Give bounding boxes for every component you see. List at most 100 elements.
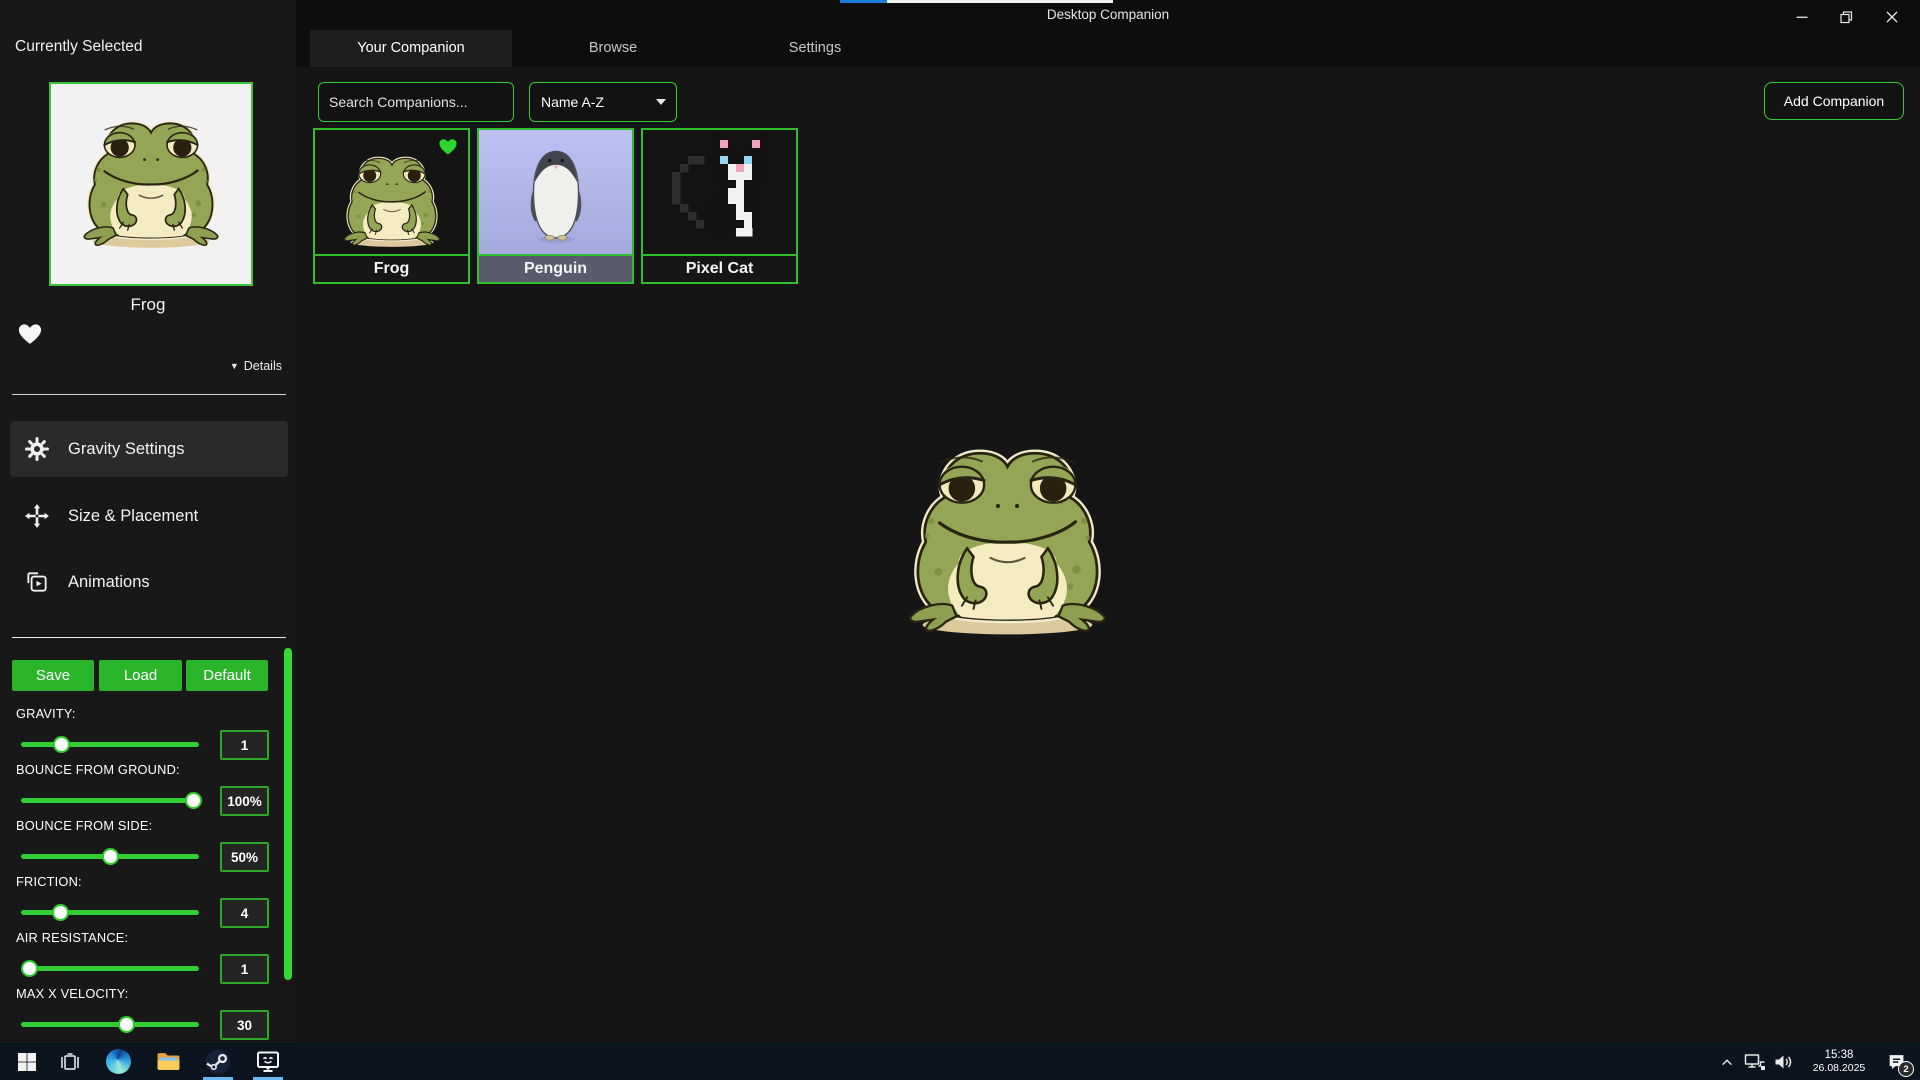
air-resistance-slider[interactable] <box>21 966 199 971</box>
sort-dropdown[interactable]: Name A-Z <box>529 82 677 122</box>
companion-card-penguin[interactable]: Penguin <box>477 128 634 284</box>
air-resistance-value[interactable]: 1 <box>220 954 269 984</box>
clock-date: 26.08.2025 <box>1802 1062 1876 1074</box>
action-center-button[interactable]: 2 <box>1880 1043 1914 1080</box>
frog-companion-image <box>900 438 1115 645</box>
restore-button[interactable] <box>1824 4 1869 30</box>
bounce-side-value[interactable]: 50% <box>220 842 269 872</box>
sidebar-item-animations[interactable]: Animations <box>10 554 288 610</box>
companion-card-frog[interactable]: Frog <box>313 128 470 284</box>
move-icon <box>24 503 50 529</box>
desktop-companion-taskbar-button[interactable] <box>248 1043 288 1080</box>
chevron-down-icon: ▼ <box>230 361 239 371</box>
system-tray: 15:38 26.08.2025 2 <box>1714 1043 1920 1080</box>
details-toggle[interactable]: ▼ Details <box>230 359 282 373</box>
selected-companion-preview <box>49 82 253 286</box>
tab-your-companion[interactable]: Your Companion <box>310 30 512 67</box>
window-title: Desktop Companion <box>296 7 1920 22</box>
restore-icon <box>1840 11 1853 24</box>
main-tabs: Your Companion Browse Settings <box>310 30 916 67</box>
slider-max-x-velocity: MAX X VELOCITY: 30 <box>0 986 296 1042</box>
volume-tray-icon[interactable] <box>1770 1043 1796 1080</box>
file-explorer-button[interactable] <box>148 1043 188 1080</box>
title-bar: Desktop Companion Your Companion Browse … <box>296 0 1920 67</box>
companion-stage-frog <box>900 438 1115 645</box>
max-x-velocity-value[interactable]: 30 <box>220 1010 269 1040</box>
top-edge-artifact-white <box>887 0 1113 3</box>
close-button[interactable] <box>1869 4 1914 30</box>
save-button[interactable]: Save <box>12 660 94 691</box>
slider-gravity: GRAVITY: 1 <box>0 706 296 762</box>
favorite-badge-heart-icon <box>437 136 459 156</box>
load-button[interactable]: Load <box>99 660 182 691</box>
animation-frames-icon <box>24 569 50 595</box>
network-icon <box>1744 1053 1766 1071</box>
slider-thumb[interactable] <box>118 1016 135 1033</box>
start-button[interactable] <box>7 1043 47 1080</box>
max-x-velocity-slider[interactable] <box>21 1022 199 1027</box>
divider <box>12 394 286 395</box>
slider-bounce-ground: BOUNCE FROM GROUND: 100% <box>0 762 296 818</box>
friction-value[interactable]: 4 <box>220 898 269 928</box>
add-companion-button[interactable]: Add Companion <box>1764 82 1904 120</box>
friction-slider[interactable] <box>21 910 199 915</box>
settings-scrollbar[interactable] <box>284 648 292 980</box>
slider-label: FRICTION: <box>16 874 82 889</box>
slider-label: BOUNCE FROM SIDE: <box>16 818 152 833</box>
edge-browser-button[interactable] <box>98 1043 138 1080</box>
companion-card-pixel-cat[interactable]: Pixel Cat <box>641 128 798 284</box>
sidebar-item-label: Size & Placement <box>68 507 198 526</box>
folder-icon <box>156 1051 181 1072</box>
companion-name: Pixel Cat <box>643 254 796 282</box>
slider-thumb[interactable] <box>185 792 202 809</box>
steam-icon <box>205 1049 231 1075</box>
sidebar-item-gravity-settings[interactable]: Gravity Settings <box>10 421 288 477</box>
gravity-value[interactable]: 1 <box>220 730 269 760</box>
desktop-companion-app: Desktop Companion Your Companion Browse … <box>0 0 1920 1080</box>
frog-image <box>78 113 224 255</box>
slider-thumb[interactable] <box>52 904 69 921</box>
steam-button[interactable] <box>198 1043 238 1080</box>
companion-name: Penguin <box>479 254 632 282</box>
speaker-icon <box>1773 1053 1794 1071</box>
companion-monitor-smiley-icon <box>255 1049 281 1075</box>
selected-companion-name: Frog <box>0 295 296 315</box>
slider-friction: FRICTION: 4 <box>0 874 296 930</box>
slider-thumb[interactable] <box>21 960 38 977</box>
network-tray-icon[interactable] <box>1742 1043 1768 1080</box>
bounce-side-slider[interactable] <box>21 854 199 859</box>
task-view-icon <box>59 1052 81 1072</box>
penguin-thumbnail <box>479 130 632 254</box>
windows-taskbar: 15:38 26.08.2025 2 <box>0 1043 1920 1080</box>
bounce-ground-slider[interactable] <box>21 798 199 803</box>
close-icon <box>1886 11 1898 23</box>
slider-thumb[interactable] <box>53 736 70 753</box>
favorite-heart-icon[interactable] <box>16 320 44 346</box>
details-label: Details <box>244 359 282 373</box>
chevron-up-icon <box>1720 1056 1734 1068</box>
slider-label: BOUNCE FROM GROUND: <box>16 762 180 777</box>
task-view-button[interactable] <box>50 1043 90 1080</box>
minimize-button[interactable] <box>1779 4 1824 30</box>
bounce-ground-value[interactable]: 100% <box>220 786 269 816</box>
tab-browse[interactable]: Browse <box>512 30 714 67</box>
clock-time: 15:38 <box>1802 1049 1876 1062</box>
search-input[interactable] <box>318 82 514 122</box>
companion-grid: Frog <box>313 128 798 284</box>
gravity-slider[interactable] <box>21 742 199 747</box>
slider-bounce-side: BOUNCE FROM SIDE: 50% <box>0 818 296 874</box>
sort-value: Name A-Z <box>541 94 604 110</box>
slider-label: MAX X VELOCITY: <box>16 986 129 1001</box>
gear-icon <box>24 436 50 462</box>
tab-settings[interactable]: Settings <box>714 30 916 67</box>
sidebar-item-size-placement[interactable]: Size & Placement <box>10 488 288 544</box>
sidebar-item-label: Gravity Settings <box>68 440 184 459</box>
window-controls <box>1779 4 1914 30</box>
default-button[interactable]: Default <box>186 660 268 691</box>
slider-thumb[interactable] <box>102 848 119 865</box>
hidden-icons-chevron[interactable] <box>1714 1043 1740 1080</box>
notification-count-badge: 2 <box>1898 1061 1914 1077</box>
slider-label: AIR RESISTANCE: <box>16 930 128 945</box>
main-content: Name A-Z Add Companion Frog <box>296 67 1920 1043</box>
taskbar-clock[interactable]: 15:38 26.08.2025 <box>1802 1049 1876 1074</box>
